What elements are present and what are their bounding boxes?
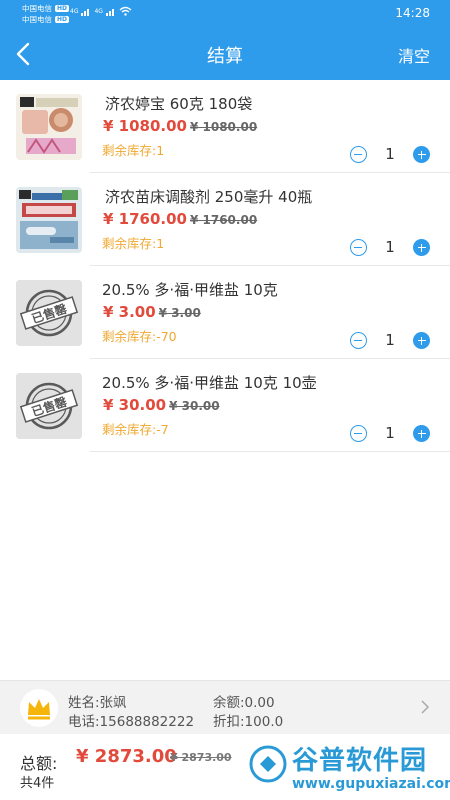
quantity-stepper: 1 [350, 331, 430, 351]
hd-badge: HD [55, 16, 70, 23]
decrease-quantity-button[interactable] [350, 239, 367, 256]
hd-badge: HD [55, 5, 70, 12]
current-price: ¥ 3.00 [103, 303, 156, 321]
original-price: ¥ 1760.00 [189, 213, 258, 227]
watermark-title: 谷普软件园 [292, 746, 428, 776]
member-phone: 电话:15688882222 [68, 714, 195, 730]
decrease-quantity-button[interactable] [350, 425, 367, 442]
cart-item[interactable]: 济农婷宝 60克 180袋 ¥ 1080.00 ¥ 1080.00 剩余库存:1… [0, 80, 450, 173]
product-photo-icon [16, 94, 82, 160]
carrier-label: 中国电信 [22, 4, 52, 13]
member-balance: 余额:0.00 [213, 695, 275, 711]
network-type-label: 4G [94, 7, 103, 15]
quantity-stepper: 1 [350, 424, 430, 444]
stock-label: 剩余库存:-7 [102, 422, 169, 437]
original-price: ¥ 30.00 [169, 399, 220, 413]
watermark-url: www.gupuxiazai.com [292, 776, 450, 792]
product-name: 济农苗床调酸剂 250毫升 40瓶 [105, 188, 313, 206]
avatar [20, 689, 58, 727]
chevron-right-icon[interactable] [420, 699, 430, 719]
quantity-value: 1 [385, 238, 395, 256]
quantity-value: 1 [385, 145, 395, 163]
stock-label: 剩余库存:-70 [102, 329, 177, 344]
clock: 14:28 [395, 6, 430, 20]
checkout-footer: 总额: ¥ 2873.00 ¥ 2873.00 共4件 谷普软件园 www.gu… [0, 734, 450, 800]
status-bar: 中国电信 HD 中国电信 HD 4G 4G 14:28 [0, 0, 450, 28]
cart-item[interactable]: 济农苗床调酸剂 250毫升 40瓶 ¥ 1760.00 ¥ 1760.00 剩余… [0, 173, 450, 266]
signal-icon [105, 8, 114, 16]
wifi-icon [119, 6, 132, 16]
current-price: ¥ 30.00 [103, 396, 167, 414]
clear-button[interactable]: 清空 [398, 43, 430, 67]
original-price: ¥ 3.00 [158, 306, 201, 320]
member-discount: 折扣:100.0 [213, 714, 284, 730]
increase-quantity-button[interactable] [413, 332, 430, 349]
product-name: 济农婷宝 60克 180袋 [105, 95, 253, 113]
increase-quantity-button[interactable] [413, 425, 430, 442]
product-name: 20.5% 多·福·甲维盐 10克 [102, 281, 278, 299]
divider [90, 451, 450, 452]
price-row: ¥ 30.00 ¥ 30.00 [103, 396, 220, 414]
sold-out-stamp-icon: 已售罄 [16, 373, 82, 439]
crown-icon [28, 699, 50, 720]
decrease-quantity-button[interactable] [350, 146, 367, 163]
original-price: ¥ 1080.00 [189, 120, 258, 134]
product-photo-icon [16, 187, 82, 253]
carrier-info: 中国电信 HD 中国电信 HD [22, 3, 70, 25]
cart-item[interactable]: 已售罄 20.5% 多·福·甲维盐 10克 10壶 ¥ 30.00 ¥ 30.0… [0, 359, 450, 452]
total-amount: ¥ 2873.00 [76, 746, 177, 767]
quantity-stepper: 1 [350, 145, 430, 165]
price-row: ¥ 3.00 ¥ 3.00 [103, 303, 201, 321]
price-row: ¥ 1080.00 ¥ 1080.00 [103, 117, 257, 135]
sold-out-stamp-icon: 已售罄 [16, 280, 82, 346]
cart-item[interactable]: 已售罄 20.5% 多·福·甲维盐 10克 ¥ 3.00 ¥ 3.00 剩余库存… [0, 266, 450, 359]
network-icons: 4G 4G [70, 6, 132, 16]
member-name: 姓名:张飒 [68, 695, 127, 711]
original-total: ¥ 2873.00 [170, 751, 232, 764]
watermark: 谷普软件园 www.gupuxiazai.com [248, 738, 450, 800]
quantity-value: 1 [385, 424, 395, 442]
page-title: 结算 [207, 46, 243, 67]
increase-quantity-button[interactable] [413, 146, 430, 163]
price-row: ¥ 1760.00 ¥ 1760.00 [103, 210, 257, 228]
cart-list: 济农婷宝 60克 180袋 ¥ 1080.00 ¥ 1080.00 剩余库存:1… [0, 80, 450, 680]
total-label: 总额: [20, 754, 58, 773]
stock-label: 剩余库存:1 [102, 236, 165, 251]
product-name: 20.5% 多·福·甲维盐 10克 10壶 [102, 374, 317, 392]
item-count: 共4件 [20, 776, 55, 791]
network-type-label: 4G [70, 7, 79, 15]
increase-quantity-button[interactable] [413, 239, 430, 256]
member-info-bar[interactable]: 姓名:张飒 电话:15688882222 余额:0.00 折扣:100.0 [0, 680, 450, 734]
watermark-logo-icon [249, 745, 287, 783]
stock-label: 剩余库存:1 [102, 143, 165, 158]
quantity-value: 1 [385, 331, 395, 349]
quantity-stepper: 1 [350, 238, 430, 258]
nav-bar: 结算 清空 [0, 28, 450, 80]
carrier-label: 中国电信 [22, 15, 52, 24]
current-price: ¥ 1760.00 [103, 210, 187, 228]
signal-icon [81, 8, 90, 16]
current-price: ¥ 1080.00 [103, 117, 187, 135]
decrease-quantity-button[interactable] [350, 332, 367, 349]
